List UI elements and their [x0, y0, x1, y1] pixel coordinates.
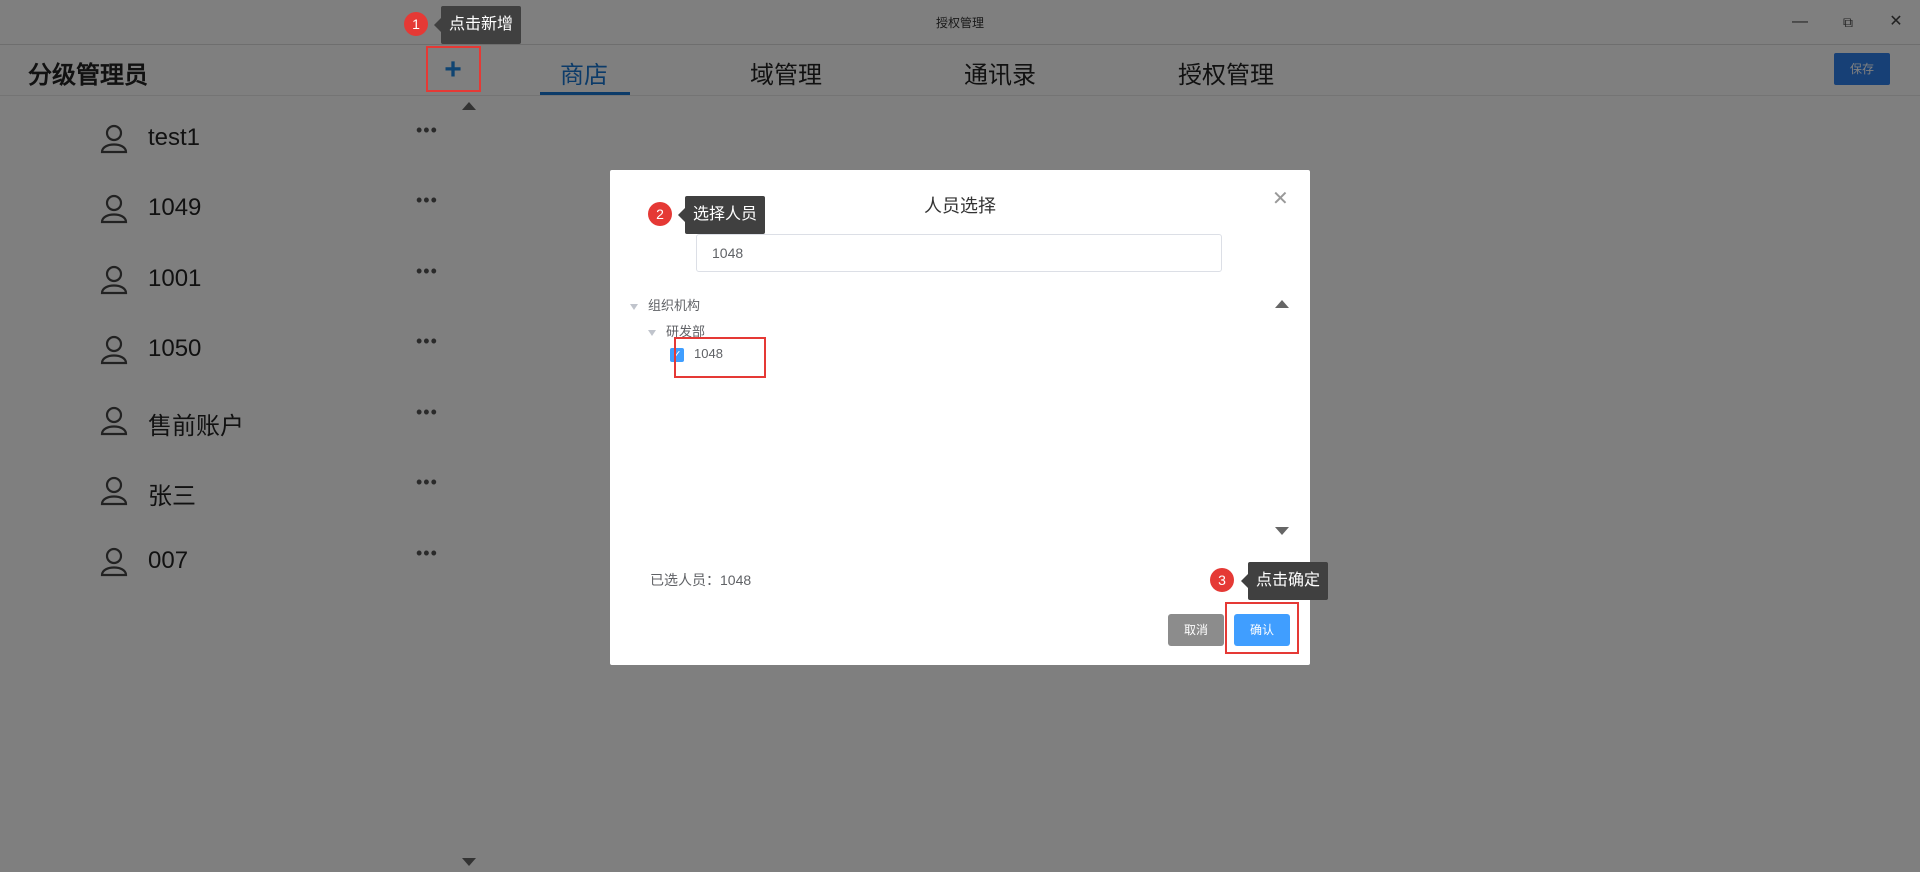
- scroll-down-icon[interactable]: [1275, 527, 1289, 535]
- annotation-tooltip: 选择人员: [677, 196, 766, 234]
- search-input[interactable]: [696, 234, 1222, 272]
- person-select-dialog: 人员选择 ✕ 组织机构 研发部 ✓1048 已选人员：1048 取消 确认: [610, 170, 1310, 665]
- annotation-tooltip: 点击确定: [1240, 562, 1329, 600]
- caret-down-icon[interactable]: [648, 329, 656, 336]
- highlight-member: [674, 337, 766, 378]
- caret-down-icon[interactable]: [630, 303, 638, 310]
- step-badge: 3: [1210, 568, 1234, 592]
- highlight-confirm: [1225, 602, 1299, 654]
- close-icon[interactable]: ✕: [1272, 186, 1289, 211]
- annotation-tooltip: 点击新增: [433, 6, 522, 44]
- org-tree: 组织机构 研发部 ✓ 1048: [630, 295, 1280, 530]
- highlight-add: [426, 46, 481, 92]
- step-badge: 2: [648, 202, 672, 226]
- scroll-up-icon[interactable]: [1275, 300, 1289, 308]
- tree-node-root[interactable]: 组织机构: [630, 295, 700, 314]
- cancel-button[interactable]: 取消: [1168, 614, 1224, 646]
- tree-node-label: 组织机构: [648, 298, 701, 313]
- selected-summary: 已选人员：1048: [650, 572, 752, 588]
- step-badge: 1: [404, 12, 428, 36]
